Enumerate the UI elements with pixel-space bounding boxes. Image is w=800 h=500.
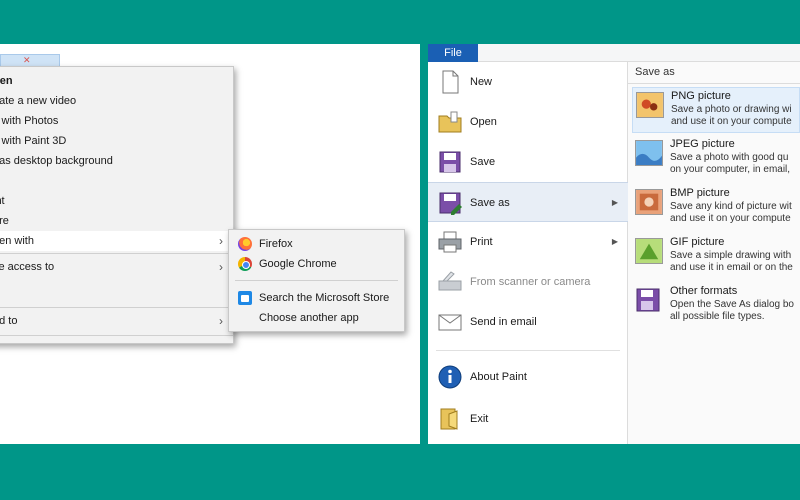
context-item-open[interactable]: pen xyxy=(0,71,233,91)
save-as-heading: Save as xyxy=(635,66,675,78)
menu-item-from-scanner: From scanner or camera xyxy=(428,262,628,302)
ribbon-strip xyxy=(478,44,800,62)
new-document-icon xyxy=(442,70,459,94)
context-separator xyxy=(0,307,233,308)
context-item-edit-photos[interactable]: it with Photos xyxy=(0,111,233,131)
chevron-right-icon: ▶ xyxy=(611,198,618,207)
paint-file-menu-panel: File New Open Save Save as ▶ Print ▶ Fro… xyxy=(428,44,800,444)
save-disk-icon xyxy=(439,151,461,173)
context-item-print[interactable]: int xyxy=(0,191,233,211)
menu-item-open[interactable]: Open xyxy=(428,102,628,142)
context-item-send-to[interactable]: nd to› xyxy=(0,311,233,331)
context-item-set-desktop-background[interactable]: t as desktop background xyxy=(0,151,233,171)
context-item-open-with[interactable]: pen with› xyxy=(0,231,233,251)
submenu-separator xyxy=(235,280,398,281)
menu-item-about[interactable]: About Paint xyxy=(428,357,628,397)
email-icon xyxy=(438,314,462,331)
submenu-item-microsoft-store[interactable]: Search the Microsoft Store xyxy=(229,288,404,308)
context-item-edit-paint3d[interactable]: it with Paint 3D xyxy=(0,131,233,151)
bmp-picture-icon xyxy=(635,189,663,215)
other-formats-icon xyxy=(636,288,660,312)
menu-item-send-email[interactable]: Send in email xyxy=(428,302,628,342)
menu-item-new[interactable]: New xyxy=(428,62,628,102)
file-tab[interactable]: File xyxy=(428,44,478,62)
scanner-icon xyxy=(438,271,462,291)
context-item-share[interactable]: are xyxy=(0,211,233,231)
context-item-give-access[interactable]: ve access to› xyxy=(0,257,233,277)
save-as-bmp[interactable]: BMP picture Save any kind of picture wit… xyxy=(632,185,800,231)
context-menu: pen eate a new video it with Photos it w… xyxy=(0,66,234,344)
png-picture-icon xyxy=(636,92,664,118)
menu-separator xyxy=(436,350,620,351)
save-as-gif[interactable]: GIF picture Save a simple drawing with an… xyxy=(632,234,800,280)
menu-item-exit[interactable]: Exit xyxy=(428,399,628,439)
save-as-jpeg[interactable]: JPEG picture Save a photo with good qu on… xyxy=(632,136,800,182)
explorer-panel: ✕ pen eate a new video it with Photos it… xyxy=(0,44,420,444)
chevron-right-icon: › xyxy=(219,314,223,328)
context-item-edit[interactable]: it xyxy=(0,171,233,191)
chrome-icon xyxy=(238,257,252,271)
exit-icon xyxy=(440,408,458,430)
microsoft-store-icon xyxy=(238,291,252,305)
submenu-item-chrome[interactable]: Google Chrome xyxy=(229,254,404,274)
context-separator xyxy=(0,335,233,336)
info-icon xyxy=(438,365,462,389)
save-as-other-formats[interactable]: Other formats Open the Save As dialog bo… xyxy=(632,283,800,329)
submenu-item-firefox[interactable]: Firefox xyxy=(229,234,404,254)
chevron-right-icon: › xyxy=(219,260,223,274)
thumbnail-mark: ✕ xyxy=(23,55,31,65)
printer-icon xyxy=(438,231,462,253)
chevron-right-icon: ▶ xyxy=(611,237,618,246)
save-as-divider xyxy=(628,83,800,84)
context-separator xyxy=(0,253,233,254)
chevron-right-icon: › xyxy=(219,234,223,248)
menu-item-save-as[interactable]: Save as ▶ xyxy=(428,182,628,222)
save-as-panel: Save as PNG picture Save a photo or draw… xyxy=(628,62,800,444)
jpeg-picture-icon xyxy=(635,140,663,166)
open-with-submenu: Firefox Google Chrome Search the Microso… xyxy=(228,229,405,332)
open-folder-icon xyxy=(438,111,462,133)
menu-item-save[interactable]: Save xyxy=(428,142,628,182)
submenu-item-choose-another-app[interactable]: Choose another app xyxy=(229,308,404,328)
context-item-create-video[interactable]: eate a new video xyxy=(0,91,233,111)
file-menu-list: New Open Save Save as ▶ Print ▶ From sca… xyxy=(428,62,628,444)
gif-picture-icon xyxy=(635,238,663,264)
save-as-png[interactable]: PNG picture Save a photo or drawing wi an… xyxy=(632,87,800,133)
menu-item-print[interactable]: Print ▶ xyxy=(428,222,628,262)
save-as-icon xyxy=(439,192,462,215)
firefox-icon xyxy=(238,237,252,251)
